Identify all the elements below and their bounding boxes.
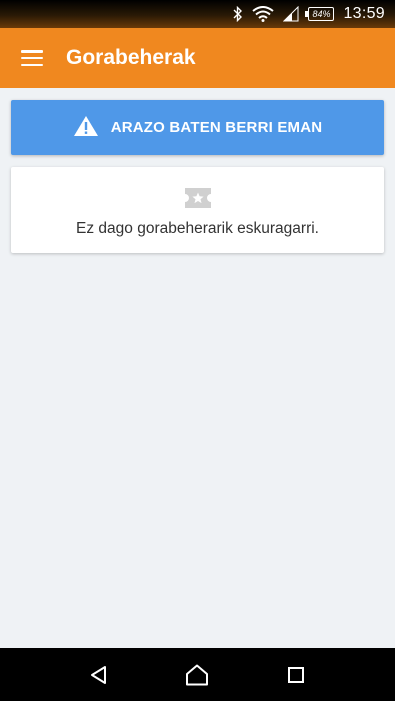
report-issue-button[interactable]: ARAZO BATEN BERRI EMAN [11, 100, 384, 155]
hamburger-menu-icon [21, 50, 43, 66]
system-nav-bar [0, 648, 395, 701]
empty-state-card: Ez dago gorabeherarik eskuragarri. [11, 167, 384, 253]
bluetooth-icon [233, 6, 243, 22]
page-title: Gorabeherak [66, 46, 196, 69]
recents-icon [287, 666, 304, 683]
empty-state-message: Ez dago gorabeherarik eskuragarri. [76, 220, 319, 237]
report-issue-label: ARAZO BATEN BERRI EMAN [110, 119, 323, 136]
back-button[interactable] [69, 648, 129, 701]
home-button[interactable] [167, 648, 227, 701]
status-bar: 84% 13:59 [0, 0, 395, 28]
battery-icon: 84% [305, 7, 335, 21]
hamburger-menu-button[interactable] [0, 28, 64, 88]
status-time: 13:59 [343, 5, 385, 22]
battery-percent: 84% [312, 9, 331, 19]
back-icon [91, 665, 107, 684]
home-icon [186, 664, 209, 685]
ticket-icon [184, 187, 212, 214]
app-bar: Gorabeherak [0, 28, 395, 88]
recents-button[interactable] [266, 648, 326, 701]
wifi-icon [252, 6, 275, 22]
warning-icon [73, 115, 99, 141]
signal-icon [283, 6, 299, 22]
